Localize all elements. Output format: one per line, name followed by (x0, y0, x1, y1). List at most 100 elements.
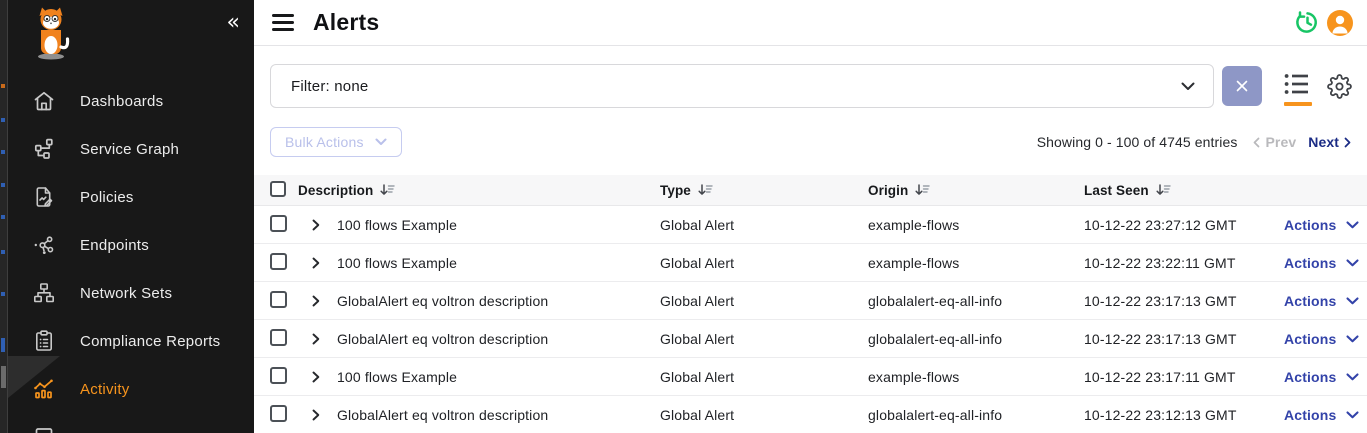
sidebar-item-label: Service Graph (80, 141, 179, 158)
sidebar-item-label: Policies (80, 189, 134, 206)
endpoints-icon (32, 233, 56, 257)
expand-row-icon[interactable] (310, 293, 322, 309)
calico-cat-logo (28, 6, 74, 65)
history-icon[interactable] (1295, 10, 1320, 35)
page-title: Alerts (313, 9, 379, 36)
list-view-toggle[interactable] (1284, 73, 1312, 106)
table-row: GlobalAlert eq voltron description Globa… (254, 282, 1367, 320)
row-checkbox[interactable] (270, 367, 287, 384)
alert-description: 100 flows Example (337, 369, 457, 385)
chevron-down-icon (1346, 221, 1359, 229)
sidebar-item-service-graph[interactable]: Service Graph (8, 125, 254, 173)
table-toolbar: Bulk Actions Showing 0 - 100 of 4745 ent… (270, 127, 1351, 157)
hamburger-menu-icon[interactable] (270, 10, 296, 34)
sidebar-item-compliance-reports[interactable]: Compliance Reports (8, 317, 254, 365)
settings-gear-icon[interactable] (1327, 74, 1352, 99)
actions-label: Actions (1284, 217, 1336, 233)
chevron-down-icon (1346, 335, 1359, 343)
row-actions-menu[interactable]: Actions (1284, 255, 1359, 271)
column-header-last-seen[interactable]: Last Seen (1084, 183, 1284, 198)
table-row: 100 flows Example Global Alert example-f… (254, 358, 1367, 396)
alert-origin: example-flows (868, 369, 1084, 385)
page-header: Alerts (254, 0, 1367, 46)
alert-last-seen: 10-12-22 23:17:13 GMT (1084, 293, 1284, 309)
column-header-description[interactable]: Description (298, 183, 660, 198)
alert-description: GlobalAlert eq voltron description (337, 331, 548, 347)
alert-origin: globalalert-eq-all-info (868, 407, 1084, 423)
sidebar: « Dashboards Service Graph Policies Endp… (8, 0, 254, 433)
row-checkbox[interactable] (270, 215, 287, 232)
chevron-down-icon (375, 138, 387, 146)
row-actions-menu[interactable]: Actions (1284, 217, 1359, 233)
sidebar-item-label: Network Sets (80, 285, 172, 302)
user-avatar[interactable] (1327, 10, 1353, 36)
actions-label: Actions (1284, 369, 1336, 385)
chevron-right-icon (1344, 137, 1351, 148)
network-sets-icon (32, 281, 56, 305)
bulk-actions-button[interactable]: Bulk Actions (270, 127, 402, 157)
alert-description: GlobalAlert eq voltron description (337, 293, 548, 309)
table-row: GlobalAlert eq voltron description Globa… (254, 396, 1367, 433)
showing-entries-text: Showing 0 - 100 of 4745 entries (1037, 134, 1238, 150)
alert-type: Global Alert (660, 293, 868, 309)
sort-icon (915, 184, 930, 196)
expand-row-icon[interactable] (310, 407, 322, 423)
sidebar-nav: Dashboards Service Graph Policies Endpoi… (8, 77, 254, 433)
next-page-button[interactable]: Next (1308, 134, 1351, 150)
select-all-checkbox[interactable] (270, 181, 286, 197)
main-content: Alerts Filter: none Bulk Actions (254, 0, 1367, 433)
window-edge-strip (0, 0, 8, 433)
service-graph-icon (32, 137, 56, 161)
actions-label: Actions (1284, 407, 1336, 423)
row-checkbox[interactable] (270, 329, 287, 346)
row-actions-menu[interactable]: Actions (1284, 369, 1359, 385)
sidebar-item-label: Compliance Reports (80, 333, 220, 350)
sidebar-item-activity[interactable]: Activity (8, 365, 254, 413)
sidebar-item-partial[interactable] (8, 413, 254, 433)
column-header-type[interactable]: Type (660, 183, 868, 198)
row-actions-menu[interactable]: Actions (1284, 407, 1359, 423)
alert-type: Global Alert (660, 331, 868, 347)
alert-origin: globalalert-eq-all-info (868, 331, 1084, 347)
alert-type: Global Alert (660, 407, 868, 423)
sidebar-item-dashboards[interactable]: Dashboards (8, 77, 254, 125)
row-actions-menu[interactable]: Actions (1284, 331, 1359, 347)
sidebar-collapse-button[interactable]: « (227, 10, 240, 35)
sidebar-item-network-sets[interactable]: Network Sets (8, 269, 254, 317)
actions-label: Actions (1284, 293, 1336, 309)
alert-last-seen: 10-12-22 23:27:12 GMT (1084, 217, 1284, 233)
expand-row-icon[interactable] (310, 255, 322, 271)
alerts-table-body: 100 flows Example Global Alert example-f… (254, 206, 1367, 433)
row-checkbox[interactable] (270, 253, 287, 270)
activity-icon (32, 377, 56, 401)
x-icon (1236, 80, 1248, 92)
row-checkbox[interactable] (270, 405, 287, 422)
sort-icon (1156, 184, 1171, 196)
expand-row-icon[interactable] (310, 331, 322, 347)
expand-row-icon[interactable] (310, 369, 322, 385)
sidebar-item-endpoints[interactable]: Endpoints (8, 221, 254, 269)
alert-type: Global Alert (660, 217, 868, 233)
column-header-origin[interactable]: Origin (868, 183, 1084, 198)
sidebar-item-label: Endpoints (80, 237, 149, 254)
active-view-indicator (1284, 102, 1312, 106)
expand-row-icon[interactable] (310, 217, 322, 233)
sidebar-item-label: Activity (80, 381, 130, 398)
home-icon (32, 89, 56, 113)
sort-icon (698, 184, 713, 196)
sort-icon (380, 184, 395, 196)
alert-last-seen: 10-12-22 23:17:11 GMT (1084, 369, 1284, 385)
partial-icon (32, 425, 56, 433)
policies-icon (32, 185, 56, 209)
clear-filter-button[interactable] (1222, 66, 1262, 106)
row-actions-menu[interactable]: Actions (1284, 293, 1359, 309)
compliance-reports-icon (32, 329, 56, 353)
alerts-table: Description Type Origin Last Seen (254, 175, 1367, 433)
table-row: 100 flows Example Global Alert example-f… (254, 206, 1367, 244)
prev-page-button[interactable]: Prev (1253, 134, 1296, 150)
row-checkbox[interactable] (270, 291, 287, 308)
filter-dropdown-value: Filter: none (291, 78, 368, 95)
alert-type: Global Alert (660, 369, 868, 385)
sidebar-item-policies[interactable]: Policies (8, 173, 254, 221)
filter-dropdown[interactable]: Filter: none (270, 64, 1214, 108)
